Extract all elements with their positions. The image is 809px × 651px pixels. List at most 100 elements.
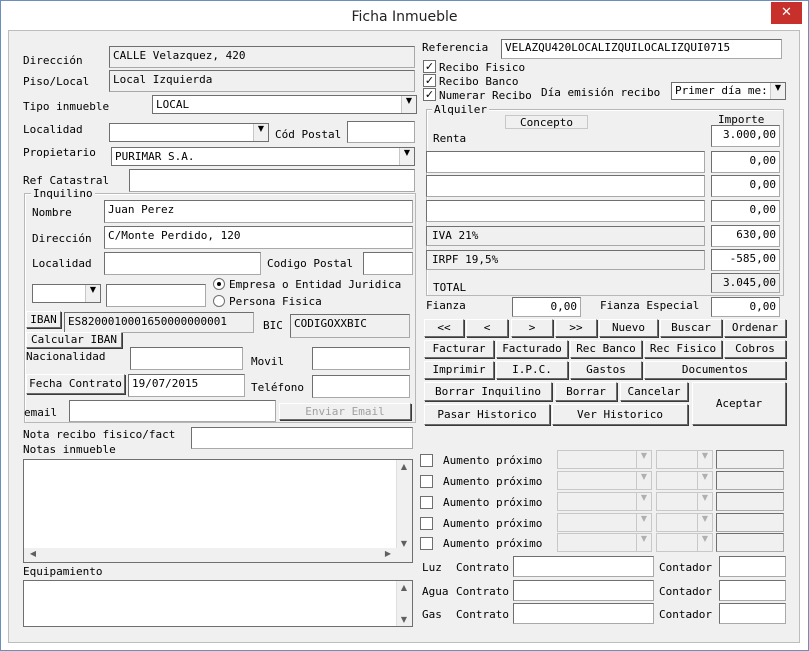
nombre-field[interactable]: Juan Perez — [104, 200, 413, 223]
aumento-checkbox[interactable] — [420, 454, 433, 467]
movil-field[interactable] — [312, 347, 410, 370]
localidad-select[interactable]: ▼ — [109, 123, 269, 142]
ref-catastral-field[interactable] — [129, 169, 415, 192]
cobros-button[interactable]: Cobros — [724, 340, 786, 358]
concepto-field-2[interactable] — [426, 175, 705, 197]
concepto-field-1[interactable] — [426, 151, 705, 173]
iva-importe-field[interactable]: 630,00 — [711, 225, 780, 247]
calcular-iban-button[interactable]: Calcular IBAN — [26, 332, 122, 348]
luz-contador-field[interactable] — [719, 556, 786, 577]
renta-importe-field[interactable]: 3.000,00 — [711, 125, 780, 147]
gas-contador-field[interactable] — [719, 603, 786, 624]
radio-empresa[interactable] — [213, 278, 225, 290]
codigo-postal-field[interactable] — [363, 252, 413, 275]
gas-contrato-field[interactable] — [513, 603, 654, 624]
piso-field[interactable]: Local Izquierda — [109, 70, 415, 92]
aumento-mes-select[interactable]: ▼ — [557, 533, 652, 552]
notas-vertical-scrollbar[interactable]: ▲ ▼ — [396, 460, 412, 562]
telefono-field[interactable] — [312, 375, 410, 398]
aumento-tipo-select[interactable]: ▼ — [656, 471, 713, 490]
prev-record-button[interactable]: < — [466, 319, 508, 337]
aumento-value-field[interactable] — [716, 450, 784, 469]
rec-banco-button[interactable]: Rec Banco — [570, 340, 642, 358]
luz-contrato-field[interactable] — [513, 556, 654, 577]
fianza-field[interactable]: 0,00 — [512, 297, 581, 317]
bic-field[interactable]: CODIGOXXBIC — [290, 314, 410, 338]
borrar-inquilino-button[interactable]: Borrar Inquilino — [424, 382, 552, 401]
rec-fisico-button[interactable]: Rec Fisico — [644, 340, 722, 358]
iban-field[interactable]: ES8200010001650000000001 — [64, 312, 254, 333]
equipamiento-textarea[interactable]: ▲ ▼ — [23, 580, 413, 627]
direccion-field[interactable]: CALLE Velazquez, 420 — [109, 46, 415, 68]
pasar-historico-button[interactable]: Pasar Historico — [424, 404, 550, 425]
aumento-checkbox[interactable] — [420, 496, 433, 509]
enviar-email-button[interactable]: Enviar Email — [279, 403, 411, 420]
documentos-button[interactable]: Documentos — [644, 361, 786, 379]
fianza-especial-field[interactable]: 0,00 — [711, 297, 780, 317]
aumento-value-field[interactable] — [716, 513, 784, 532]
aumento-tipo-select[interactable]: ▼ — [656, 513, 713, 532]
dia-emision-select[interactable]: Primer día me: ▼ — [671, 82, 786, 100]
ver-historico-button[interactable]: Ver Historico — [552, 404, 688, 425]
nota-recibo-field[interactable] — [191, 427, 413, 449]
gastos-button[interactable]: Gastos — [570, 361, 642, 379]
tipo-inmueble-select[interactable]: LOCAL ▼ — [152, 95, 417, 114]
aumento-tipo-select[interactable]: ▼ — [656, 533, 713, 552]
close-button[interactable]: ✕ — [771, 2, 802, 24]
agua-contrato-field[interactable] — [513, 580, 654, 601]
aumento-mes-select[interactable]: ▼ — [557, 471, 652, 490]
recibo-banco-checkbox[interactable]: ✓ — [423, 74, 436, 87]
email-field[interactable] — [69, 400, 276, 422]
recibo-fisico-checkbox[interactable]: ✓ — [423, 60, 436, 73]
ipc-button[interactable]: I.P.C. — [496, 361, 568, 379]
aumento-checkbox[interactable] — [420, 537, 433, 550]
borrar-button[interactable]: Borrar — [555, 382, 617, 401]
chevron-down-icon: ▼ — [636, 534, 651, 551]
localidad-label: Localidad — [23, 123, 83, 136]
notas-inmueble-textarea[interactable]: ▲ ▼ ◀ ▶ — [23, 459, 413, 563]
numerar-recibo-checkbox[interactable]: ✓ — [423, 88, 436, 101]
aumento-mes-select[interactable]: ▼ — [557, 492, 652, 511]
importe-field-1[interactable]: 0,00 — [711, 151, 780, 173]
concepto-field-3[interactable] — [426, 200, 705, 222]
scroll-right-icon: ▶ — [384, 549, 392, 558]
next-record-button[interactable]: > — [511, 319, 553, 337]
doc-number-field[interactable] — [106, 284, 206, 307]
fecha-contrato-field[interactable]: 19/07/2015 — [128, 374, 245, 397]
aumento-tipo-select[interactable]: ▼ — [656, 450, 713, 469]
notas-horizontal-scrollbar[interactable]: ◀ ▶ — [24, 548, 397, 562]
doc-type-select[interactable]: ▼ — [32, 284, 101, 303]
equipamiento-vertical-scrollbar[interactable]: ▲ ▼ — [396, 581, 412, 626]
importe-field-3[interactable]: 0,00 — [711, 200, 780, 222]
aumento-value-field[interactable] — [716, 533, 784, 552]
aumento-value-field[interactable] — [716, 492, 784, 511]
aumento-checkbox[interactable] — [420, 475, 433, 488]
inquilino-direccion-field[interactable]: C/Monte Perdido, 120 — [104, 226, 413, 249]
aumento-tipo-select[interactable]: ▼ — [656, 492, 713, 511]
aceptar-button[interactable]: Aceptar — [692, 382, 786, 425]
aumento-mes-select[interactable]: ▼ — [557, 450, 652, 469]
cod-postal-field[interactable] — [347, 121, 415, 143]
cancelar-button[interactable]: Cancelar — [620, 382, 688, 401]
facturado-button[interactable]: Facturado — [496, 340, 568, 358]
aumento-mes-select[interactable]: ▼ — [557, 513, 652, 532]
ordenar-button[interactable]: Ordenar — [724, 319, 786, 337]
first-record-button[interactable]: << — [424, 319, 464, 337]
iban-button[interactable]: IBAN — [26, 311, 61, 328]
aumento-checkbox[interactable] — [420, 517, 433, 530]
radio-persona[interactable] — [213, 295, 225, 307]
aumento-value-field[interactable] — [716, 471, 784, 490]
imprimir-button[interactable]: Imprimir — [424, 361, 494, 379]
irpf-importe-field[interactable]: -585,00 — [711, 249, 780, 271]
facturar-button[interactable]: Facturar — [424, 340, 494, 358]
referencia-field[interactable]: VELAZQU420LOCALIZQUILOCALIZQUI0715 — [501, 39, 782, 59]
fecha-contrato-button[interactable]: Fecha Contrato — [26, 374, 125, 394]
propietario-select[interactable]: PURIMAR S.A. ▼ — [111, 147, 415, 166]
last-record-button[interactable]: >> — [555, 319, 597, 337]
nacionalidad-field[interactable] — [130, 347, 243, 370]
buscar-button[interactable]: Buscar — [660, 319, 722, 337]
agua-contador-field[interactable] — [719, 580, 786, 601]
nuevo-button[interactable]: Nuevo — [599, 319, 658, 337]
inquilino-localidad-field[interactable] — [104, 252, 261, 275]
importe-field-2[interactable]: 0,00 — [711, 175, 780, 197]
